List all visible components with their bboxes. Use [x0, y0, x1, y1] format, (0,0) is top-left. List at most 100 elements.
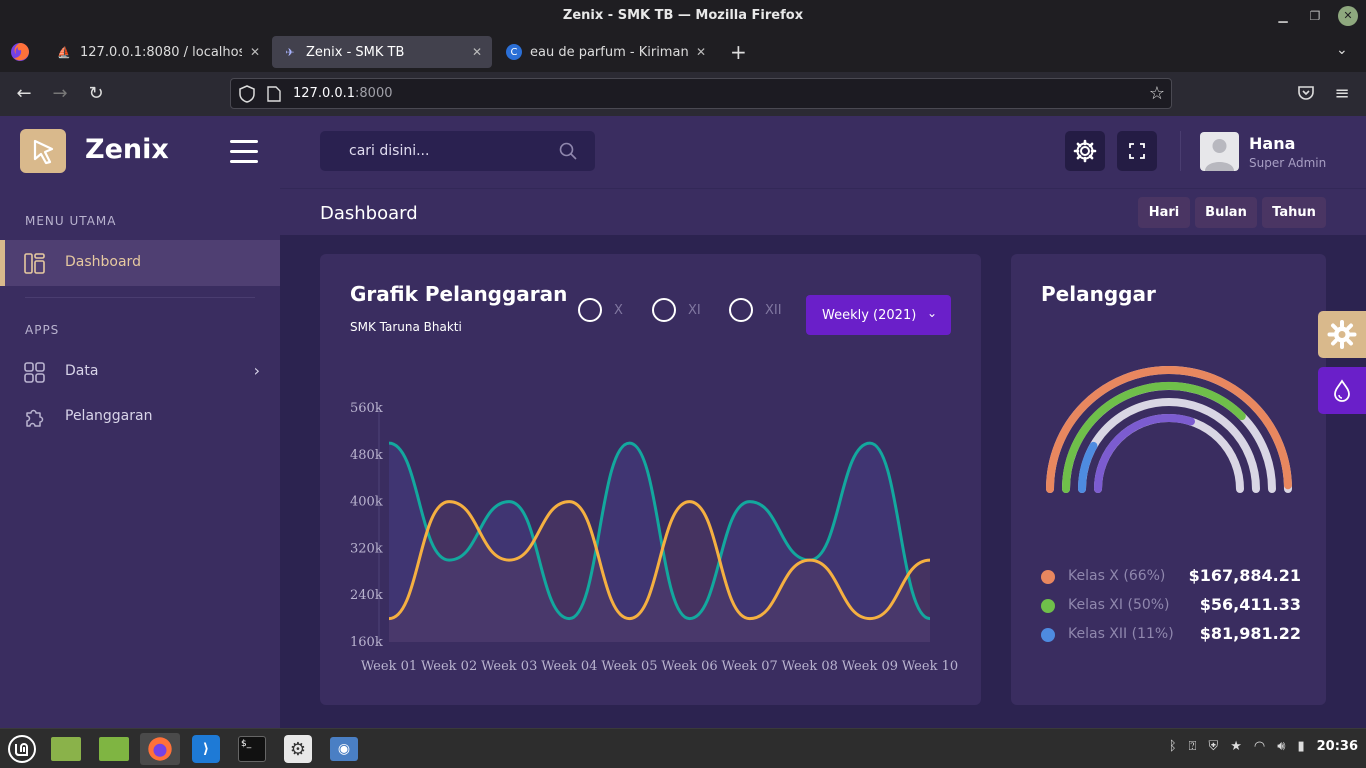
y-tick-label: 480k — [350, 448, 383, 463]
sidebar-item-pelanggaran[interactable]: Pelanggaran — [0, 394, 280, 440]
x-tick-label: Week 04 — [541, 659, 597, 674]
puzzle-icon — [26, 409, 44, 427]
brand-logo[interactable] — [20, 129, 66, 173]
legend-dot — [1041, 599, 1055, 613]
x-tick-label: Week 02 — [421, 659, 477, 674]
app-header: Hana Super Admin — [280, 116, 1366, 188]
sidebar-item-data[interactable]: Data › — [0, 349, 280, 395]
ring-value-2 — [1078, 441, 1098, 493]
color-picker-button[interactable] — [1318, 367, 1366, 414]
hamburger-icon[interactable] — [230, 140, 258, 170]
y-tick-label: 320k — [350, 541, 383, 556]
window-title: Zenix - SMK TB — Mozilla Firefox — [562, 8, 804, 23]
settings-button[interactable] — [1065, 131, 1105, 171]
search-icon[interactable] — [559, 142, 577, 160]
pocket-icon[interactable] — [1297, 84, 1315, 102]
new-tab-icon[interactable]: + — [730, 40, 747, 64]
firefox-icon[interactable] — [10, 42, 30, 62]
firefox-taskbar-icon[interactable] — [140, 733, 180, 765]
terminal-icon[interactable]: $_ — [236, 733, 268, 765]
browser-navbar: ← → ↻ 127.0.0.1:8000 ☆ ≡ — [0, 72, 1366, 116]
reload-icon[interactable]: ↻ — [86, 84, 106, 104]
gear-icon — [1327, 320, 1357, 349]
dashboard-icon — [24, 253, 45, 274]
maximize-icon[interactable]: ❐ — [1306, 6, 1324, 26]
page-icon — [267, 86, 281, 102]
close-tab-icon[interactable]: ✕ — [250, 45, 260, 59]
x-tick-label: Week 07 — [722, 659, 778, 674]
volume-icon[interactable]: 🔊︎ — [1277, 739, 1285, 754]
mint-menu-icon[interactable] — [6, 733, 38, 765]
phpmyadmin-icon: ⛵ — [57, 45, 71, 59]
legend-item-kelas-xii: Kelas XII (11%) $81,981.22 — [1041, 624, 1301, 646]
x-tick-label: Week 03 — [481, 659, 537, 674]
vscode-icon[interactable]: ⟩ — [190, 733, 222, 765]
brand-name: Zenix — [85, 134, 169, 165]
minimize-icon[interactable]: ▁ — [1274, 6, 1292, 26]
legend-dot — [1041, 570, 1055, 584]
url-text[interactable]: 127.0.0.1:8000 — [293, 86, 393, 101]
user-role: Super Admin — [1249, 156, 1327, 170]
tab-zenix[interactable]: ✈ Zenix - SMK TB ✕ — [272, 36, 492, 68]
wifi-icon[interactable]: ◠ — [1254, 739, 1265, 754]
folder-icon[interactable] — [98, 733, 130, 765]
area-chart: 160k 240k 320k 400k 480k 560k Week 01 Week 02 We… — [350, 401, 958, 674]
window-titlebar: Zenix - SMK TB — Mozilla Firefox ▁ ❐ ✕ — [0, 0, 1366, 32]
period-bulan-button[interactable]: Bulan — [1195, 197, 1257, 228]
x-tick-label: Week 10 — [902, 659, 958, 674]
star-icon[interactable]: ★ — [1230, 739, 1242, 754]
shield-icon[interactable] — [239, 85, 255, 103]
period-tahun-button[interactable]: Tahun — [1262, 197, 1326, 228]
battery-icon[interactable]: ▮ — [1297, 739, 1304, 754]
update-icon[interactable]: ⍰ — [1189, 739, 1197, 754]
tab-phpmyadmin[interactable]: ⛵ 127.0.0.1:8080 / localhost / l ✕ — [46, 36, 270, 68]
close-window-icon[interactable]: ✕ — [1338, 6, 1358, 26]
y-tick-label: 400k — [350, 495, 383, 510]
chevron-right-icon: › — [253, 361, 260, 380]
fullscreen-button[interactable] — [1117, 131, 1157, 171]
grid-icon — [24, 362, 45, 383]
x-tick-label: Week 08 — [782, 659, 838, 674]
tab-canva[interactable]: C eau de parfum - Kiriman Insta ✕ — [496, 36, 716, 68]
x-tick-label: Week 05 — [601, 659, 657, 674]
close-tab-icon[interactable]: ✕ — [696, 45, 706, 59]
settings-taskbar-icon[interactable]: ⚙ — [282, 733, 314, 765]
clock[interactable]: 20:36 — [1317, 739, 1358, 754]
section-label-menu: MENU UTAMA — [25, 214, 117, 228]
os-taskbar: ⟩ $_ ⚙ ◉ ᛒ ⍰ ⛨ ★ ◠ 🔊︎ ▮ 20:36 — [0, 728, 1366, 768]
menu-icon[interactable]: ≡ — [1332, 84, 1352, 104]
page-header: Dashboard Hari Bulan Tahun — [280, 188, 1366, 235]
screenshot-icon[interactable]: ◉ — [328, 733, 360, 765]
app-sidebar: Zenix MENU UTAMA Dashboard APPS Data › P… — [0, 116, 280, 728]
zenix-icon: ✈ — [285, 45, 295, 59]
chart-card: Grafik Pelanggaran SMK Taruna Bhakti X X… — [320, 254, 981, 705]
forward-icon[interactable]: → — [50, 84, 70, 104]
legend-dot — [1041, 628, 1055, 642]
search-input[interactable] — [320, 131, 550, 171]
legend-item-kelas-x: Kelas X (66%) $167,884.21 — [1041, 566, 1301, 588]
list-tabs-icon[interactable]: ⌄ — [1336, 42, 1348, 58]
ring-track-3 — [1094, 414, 1244, 493]
x-tick-label: Week 09 — [842, 659, 898, 674]
page-title: Dashboard — [320, 203, 418, 224]
back-icon[interactable]: ← — [14, 84, 34, 104]
theme-settings-button[interactable] — [1318, 311, 1366, 358]
sidebar-item-dashboard[interactable]: Dashboard — [0, 240, 280, 286]
avatar[interactable] — [1200, 132, 1239, 171]
period-hari-button[interactable]: Hari — [1138, 197, 1190, 228]
bluetooth-icon[interactable]: ᛒ — [1169, 739, 1177, 754]
x-tick-label: Week 06 — [661, 659, 717, 674]
shield-tray-icon[interactable]: ⛨ — [1208, 739, 1218, 754]
bookmark-star-icon[interactable]: ☆ — [1149, 83, 1165, 104]
legend-item-kelas-xi: Kelas XI (50%) $56,411.33 — [1041, 595, 1301, 617]
files-icon[interactable] — [50, 733, 82, 765]
header-divider — [1180, 131, 1181, 171]
pelanggar-card: Pelanggar Kelas X (66%) $167,884.21 Kela… — [1011, 254, 1326, 705]
url-bar[interactable]: 127.0.0.1:8000 ☆ — [230, 78, 1172, 109]
radial-bar-chart — [1046, 366, 1292, 493]
system-tray: ᛒ ⍰ ⛨ ★ ◠ 🔊︎ ▮ 20:36 — [1169, 739, 1358, 754]
section-label-apps: APPS — [25, 323, 60, 337]
user-name[interactable]: Hana — [1249, 134, 1295, 153]
logo-icon — [33, 139, 54, 165]
close-tab-icon[interactable]: ✕ — [472, 45, 482, 59]
